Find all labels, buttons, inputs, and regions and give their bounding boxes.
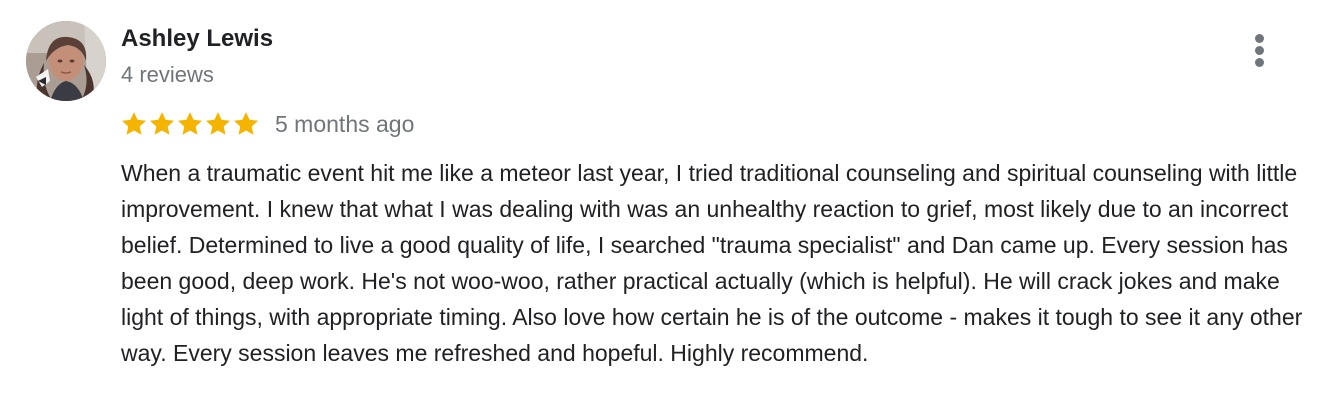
rating-row: 5 months ago [120, 108, 414, 140]
more-options-button[interactable] [1244, 30, 1276, 70]
star-icon [149, 112, 175, 135]
review-card: Ashley Lewis 4 reviews 5 months ago When… [0, 0, 1341, 418]
star-icon [233, 112, 259, 135]
avatar-photo [26, 21, 106, 101]
reviewer-name[interactable]: Ashley Lewis [121, 25, 273, 53]
star-icon [121, 112, 147, 135]
reviewer-avatar[interactable] [26, 21, 106, 101]
review-text: When a traumatic event hit me like a met… [121, 160, 1303, 366]
star-rating [120, 110, 260, 138]
star-icon [177, 112, 203, 135]
star-icon [205, 112, 231, 135]
review-count[interactable]: 4 reviews [121, 62, 214, 88]
review-date: 5 months ago [275, 110, 415, 137]
